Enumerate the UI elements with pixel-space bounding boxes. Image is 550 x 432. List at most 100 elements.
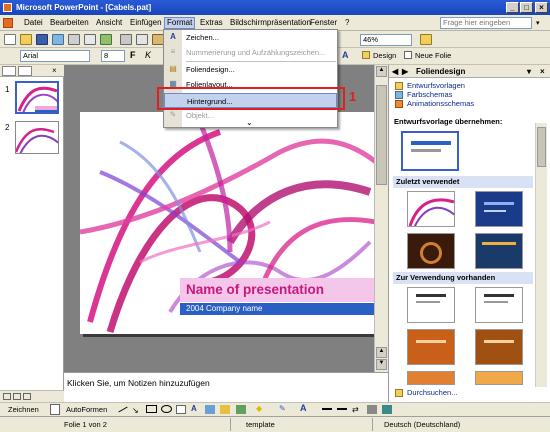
menu-ansicht[interactable]: Ansicht (94, 17, 124, 29)
help-icon[interactable] (420, 34, 432, 45)
document-icon[interactable] (3, 18, 13, 28)
browse-link[interactable]: Durchsuchen... (407, 388, 457, 397)
diagram-icon[interactable] (205, 405, 215, 414)
slide-title[interactable]: Name of presentation (180, 278, 376, 302)
available-template-4[interactable] (475, 329, 523, 365)
chevron-down-icon[interactable]: ▾ (536, 19, 540, 27)
email-icon[interactable] (52, 34, 64, 45)
font-size-select[interactable]: 8 (101, 50, 125, 62)
outline-tab-icon[interactable] (2, 66, 16, 76)
picture-icon[interactable] (236, 405, 246, 414)
normal-view-icon[interactable] (3, 393, 11, 400)
back-icon[interactable]: ◀ (392, 65, 398, 78)
slides-pane-tabs: × (0, 65, 64, 77)
menu-help[interactable]: ? (343, 17, 351, 29)
oval-icon[interactable] (161, 405, 172, 413)
recent-template-brown[interactable] (407, 233, 455, 269)
task-pane-menu-icon[interactable]: ▾ (527, 65, 531, 78)
slide-thumbnail-1[interactable] (15, 81, 59, 114)
next-slide-icon[interactable]: ▼ (376, 359, 387, 370)
vertical-scrollbar[interactable]: ▲ ▲ ▼ (374, 65, 388, 372)
title-bar: Microsoft PowerPoint - [Cabels.pat] (0, 0, 550, 15)
slide-subtitle[interactable]: 2004 Company name (180, 303, 376, 315)
link-color-schemes[interactable]: Farbschemas (407, 90, 452, 99)
save-icon[interactable] (36, 34, 48, 45)
slides-tab-icon[interactable] (18, 66, 32, 76)
line-icon[interactable] (118, 406, 128, 413)
link-animation-schemes[interactable]: Animationsschemas (407, 99, 474, 108)
task-pane-scrollbar[interactable] (535, 123, 547, 387)
font-color-draw-icon[interactable]: A (300, 403, 307, 413)
open-icon[interactable] (20, 34, 32, 45)
line-style-icon[interactable] (322, 408, 332, 410)
current-template-thumb[interactable] (401, 131, 459, 171)
dash-style-icon[interactable] (337, 408, 347, 410)
close-pane-icon[interactable]: × (52, 66, 57, 75)
minimize-button[interactable]: _ (506, 2, 519, 13)
maximize-button[interactable]: □ (520, 2, 533, 13)
autoshapes-menu-button[interactable]: AutoFormen (66, 405, 107, 414)
menu-item-nummerierung[interactable]: ≡ Nummerierung und Aufzählungszeichen... (164, 45, 337, 60)
line-color-icon[interactable]: ✎ (279, 404, 286, 413)
print-icon[interactable] (68, 34, 80, 45)
close-task-pane-icon[interactable]: × (540, 65, 545, 78)
menu-extras[interactable]: Extras (198, 17, 225, 29)
available-template-1[interactable] (407, 287, 455, 323)
scroll-thumb[interactable] (376, 85, 387, 185)
menu-fenster[interactable]: Fenster (308, 17, 339, 29)
menu-format[interactable]: Format (164, 17, 196, 29)
shadow-icon[interactable] (367, 405, 377, 414)
link-design-templates[interactable]: Entwurfsvorlagen (407, 81, 465, 90)
double-chevron-down-icon[interactable]: ⌄ (246, 119, 253, 127)
wordart-icon[interactable]: A (191, 404, 197, 413)
select-objects-icon[interactable] (50, 404, 60, 415)
available-template-3[interactable] (407, 329, 455, 365)
available-template-2[interactable] (475, 287, 523, 323)
spelling-icon[interactable] (100, 34, 112, 45)
menu-bearbeiten[interactable]: Bearbeiten (48, 17, 91, 29)
forward-icon[interactable]: ▶ (402, 65, 408, 78)
clipart-icon[interactable] (220, 405, 230, 414)
drawing-toolbar: Zeichnen AutoFormen ↘ A ◆ ✎ A ⇄ (0, 402, 550, 416)
notes-pane[interactable]: Klicken Sie, um Notizen hinzuzufügen (64, 372, 388, 402)
close-button[interactable]: × (535, 2, 548, 13)
draw-menu-button[interactable]: Zeichnen (8, 405, 39, 414)
recent-template-blue[interactable] (475, 191, 523, 227)
font-icon: A (170, 32, 176, 41)
slide-canvas[interactable]: Name of presentation 2004 Company name (80, 112, 376, 334)
menu-bildschirmpraesentation[interactable]: Bildschirmpräsentation (228, 17, 313, 29)
new-slide-button[interactable]: Neue Folie (415, 51, 451, 60)
recent-template-pink[interactable] (407, 191, 455, 227)
bold-icon[interactable]: F (130, 50, 136, 60)
menu-einfuegen[interactable]: Einfügen (128, 17, 164, 29)
design-templates-icon (395, 82, 403, 90)
font-color-icon[interactable]: A (342, 50, 349, 60)
design-button[interactable]: Design (373, 51, 396, 60)
textbox-icon[interactable] (176, 405, 186, 414)
arrow-style-icon[interactable]: ⇄ (352, 405, 359, 414)
task-pane-scroll-thumb[interactable] (537, 127, 546, 167)
menu-item-foliendesign[interactable]: ▤ Foliendesign... (164, 62, 337, 77)
available-template-6[interactable] (475, 371, 523, 385)
arrow-icon[interactable]: ↘ (132, 406, 139, 415)
rectangle-icon[interactable] (146, 405, 157, 413)
cut-icon[interactable] (120, 34, 132, 45)
recent-template-dark[interactable] (475, 233, 523, 269)
slide-sorter-icon[interactable] (13, 393, 21, 400)
italic-icon[interactable]: K (145, 50, 151, 60)
help-search-input[interactable]: Frage hier eingeben (440, 17, 532, 29)
font-name-select[interactable]: Arial (20, 50, 90, 62)
scroll-up-icon[interactable]: ▲ (376, 66, 387, 77)
available-template-5[interactable] (407, 371, 455, 385)
3d-icon[interactable] (382, 405, 392, 414)
slideshow-icon[interactable] (23, 393, 31, 400)
print-preview-icon[interactable] (84, 34, 96, 45)
copy-icon[interactable] (136, 34, 148, 45)
zoom-select[interactable]: 46% (360, 34, 412, 46)
prev-slide-icon[interactable]: ▲ (376, 347, 387, 358)
menu-datei[interactable]: Datei (22, 17, 45, 29)
new-icon[interactable] (4, 34, 16, 45)
slide-thumbnail-2[interactable] (15, 121, 59, 154)
fill-color-icon[interactable]: ◆ (256, 404, 262, 413)
menu-item-zeichen[interactable]: A Zeichen... (164, 30, 337, 45)
